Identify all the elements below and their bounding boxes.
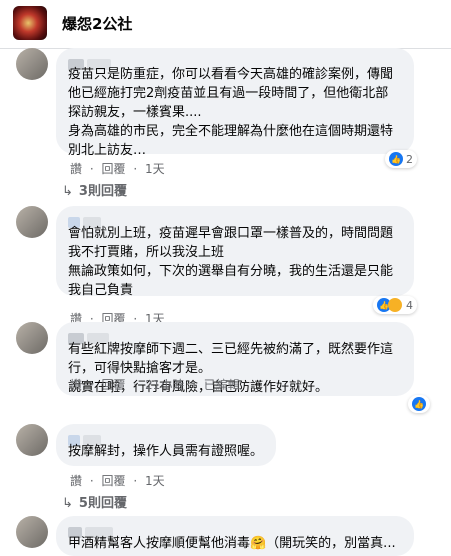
comment-bubble: 會怕就別上班，疫苗遲早會跟口罩一樣普及的，時間問題 我不打賈賭，所以我沒上班 無… bbox=[56, 206, 414, 298]
sad-reaction-icon bbox=[388, 298, 402, 312]
comment-time[interactable]: 1天 bbox=[145, 162, 165, 176]
like-button[interactable]: 讚 bbox=[70, 162, 82, 176]
avatar[interactable] bbox=[16, 206, 48, 238]
comment-actions: 讚 · 回覆 · 1天 bbox=[70, 474, 165, 488]
comment-text: 疫苗只是防重症，你可以看看今天高雄的確診案例，傳聞 他已經施打完2劑疫苗並且有過… bbox=[68, 67, 394, 158]
page-header: 爆怨2公社 bbox=[0, 0, 451, 49]
reply-arrow-icon: ↳ bbox=[62, 184, 73, 199]
comment-actions: 讚 · 回覆 · 21小時 · 已編輯 bbox=[70, 378, 240, 392]
comment-time[interactable]: 1天 bbox=[145, 474, 165, 488]
avatar[interactable] bbox=[16, 322, 48, 354]
like-button[interactable]: 讚 bbox=[70, 378, 82, 392]
avatar[interactable] bbox=[16, 424, 48, 456]
page-logo[interactable] bbox=[13, 6, 47, 40]
comment-time[interactable]: 21小時 bbox=[145, 378, 184, 392]
reply-button[interactable]: 回覆 bbox=[102, 162, 126, 176]
comment-text: 會怕就別上班，疫苗遲早會跟口罩一樣普及的，時間問題 我不打賈賭，所以我沒上班 無… bbox=[68, 226, 394, 298]
reply-button[interactable]: 回覆 bbox=[102, 474, 126, 488]
like-reaction-icon: 👍 bbox=[389, 152, 403, 166]
reply-arrow-icon: ↳ bbox=[62, 496, 73, 511]
edited-label[interactable]: 已編輯 bbox=[204, 378, 240, 392]
avatar[interactable] bbox=[16, 516, 48, 548]
avatar[interactable] bbox=[16, 48, 48, 80]
comment-bubble: 疫苗只是防重症，你可以看看今天高雄的確診案例，傳聞 他已經施打完2劑疫苗並且有過… bbox=[56, 48, 414, 158]
like-button[interactable]: 讚 bbox=[70, 474, 82, 488]
comment-text: 甲酒精幫客人按摩順便幫他消毒🤗（開玩笑的，別當真... bbox=[68, 536, 396, 551]
reaction-count[interactable]: 👍 2 bbox=[385, 150, 417, 168]
reaction-count[interactable]: 👍 4 bbox=[373, 296, 417, 314]
reaction-count[interactable]: 👍 bbox=[408, 395, 430, 413]
comment-bubble: 按摩解封，操作人員需有證照喔。 bbox=[56, 424, 276, 466]
comment-bubble: 甲酒精幫客人按摩順便幫他消毒🤗（開玩笑的，別當真... bbox=[56, 516, 414, 556]
comment-actions: 讚 · 回覆 · 1天 bbox=[70, 162, 165, 176]
comment-text: 按摩解封，操作人員需有證照喔。 bbox=[68, 444, 264, 459]
view-replies-link[interactable]: ↳ 5則回覆 bbox=[62, 492, 127, 511]
like-reaction-icon: 👍 bbox=[412, 397, 426, 411]
reply-button[interactable]: 回覆 bbox=[102, 378, 126, 392]
view-replies-link[interactable]: ↳ 3則回覆 bbox=[62, 180, 127, 199]
page-name[interactable]: 爆怨2公社 bbox=[62, 13, 132, 34]
